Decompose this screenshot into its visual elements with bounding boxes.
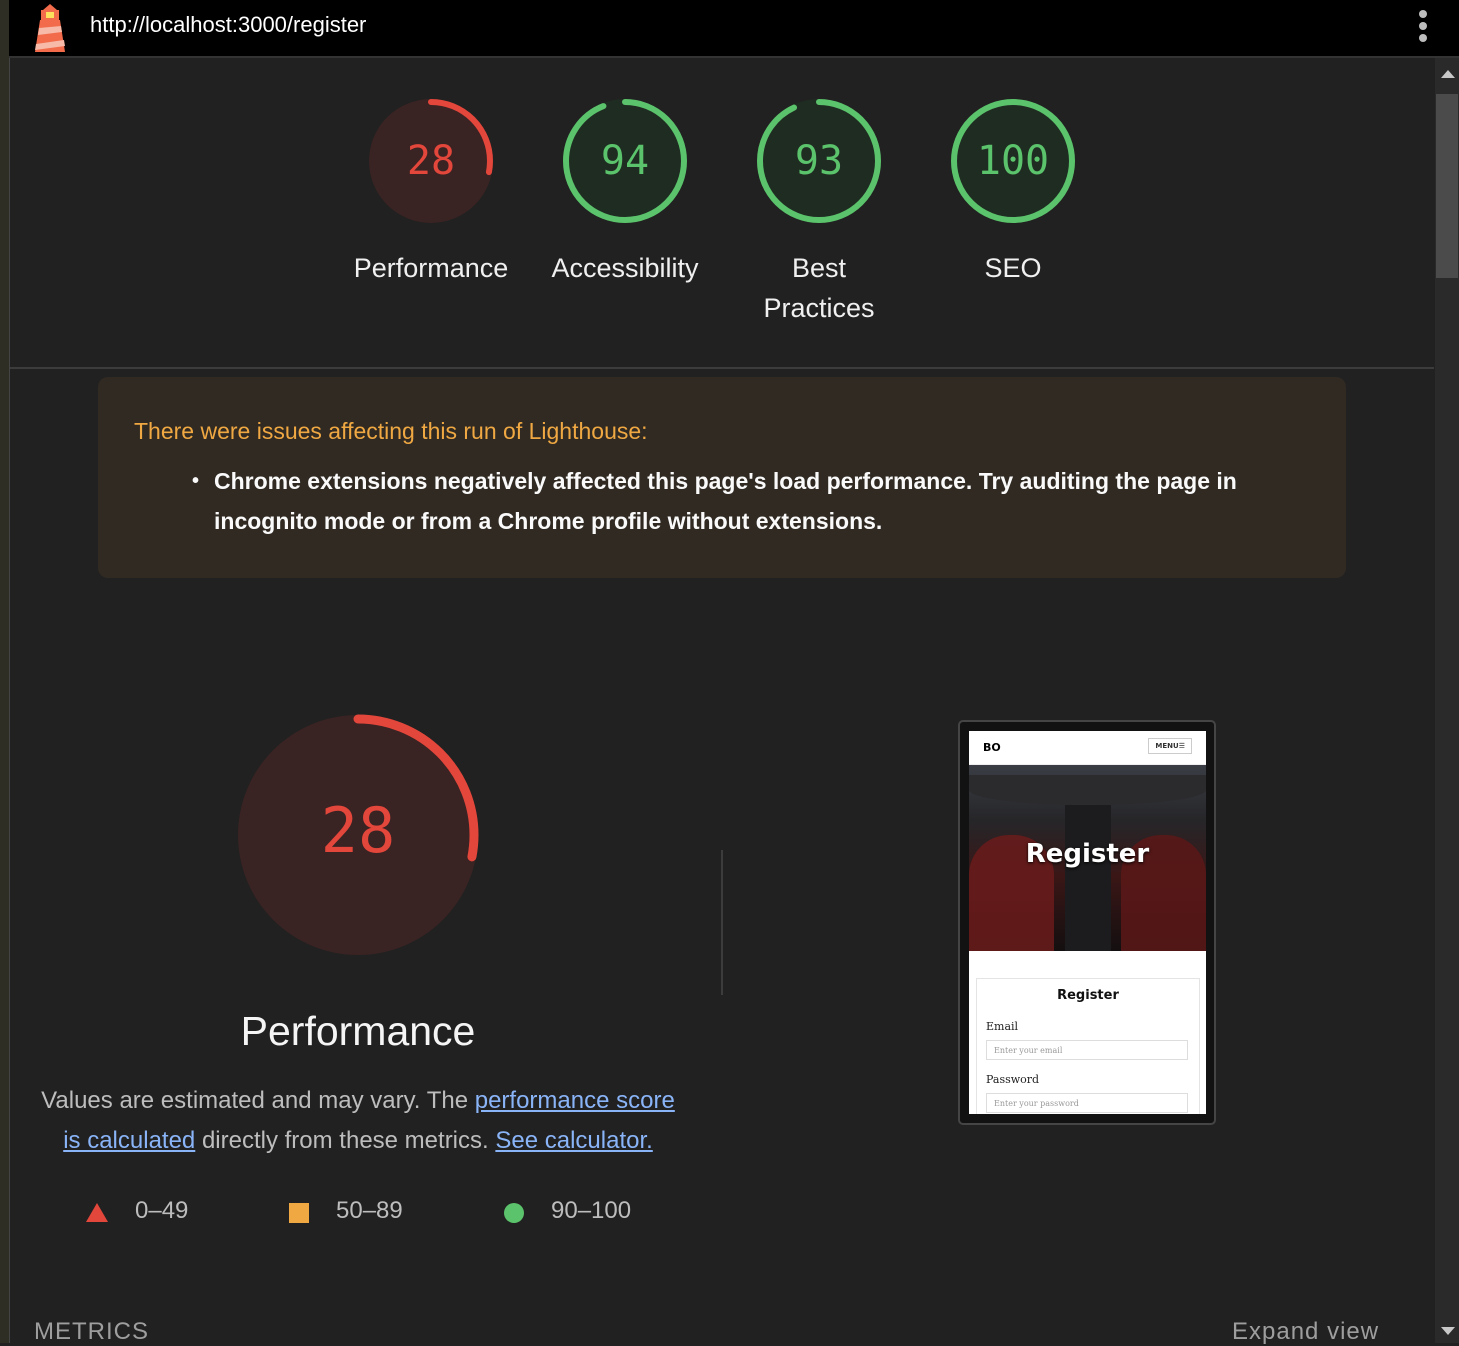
gauge-seo-label: SEO [984, 253, 1042, 283]
score-gauges: 28 Performance 94 Accessibility 93 Best … [10, 58, 1434, 369]
report-topbar: http://localhost:3000/register [9, 0, 1459, 58]
bullet-icon: • [192, 470, 200, 492]
gauge-accessibility[interactable]: 94 Accessibility [525, 96, 725, 288]
gauge-seo[interactable]: 100 SEO [913, 96, 1113, 288]
vertical-divider [721, 850, 723, 995]
gauge-performance-label: Performance [353, 253, 509, 283]
warning-item-text: Chrome extensions negatively affected th… [214, 468, 1237, 534]
legend-fail: 0–49 [135, 1197, 189, 1224]
screenshot-register-card: Register Email Enter your email Password… [976, 978, 1200, 1114]
performance-score-large: 28 [320, 794, 396, 867]
scroll-up-icon[interactable] [1441, 70, 1455, 78]
see-calculator-link[interactable]: See calculator. [495, 1127, 652, 1154]
screenshot-screen: BO MENU☰ Register Register Email Enter y… [969, 731, 1206, 1114]
scroll-down-icon[interactable] [1441, 1327, 1455, 1335]
screenshot-password-label: Password [986, 1073, 1040, 1086]
screenshot-navbar: BO MENU☰ [969, 731, 1206, 765]
average-square-icon [289, 1203, 309, 1223]
scrollbar[interactable] [1435, 58, 1459, 1343]
screenshot-hero-title: Register [1025, 839, 1150, 869]
screenshot-menu-button: MENU☰ [1148, 738, 1192, 754]
lighthouse-icon [35, 4, 65, 52]
warning-title: There were issues affecting this run of … [134, 418, 648, 444]
desc-text-1: Values are estimated and may vary. The [41, 1087, 475, 1114]
legend-pass: 90–100 [551, 1197, 632, 1224]
desc-text-2: directly from these metrics. [195, 1127, 496, 1154]
performance-title: Performance [240, 1008, 476, 1054]
gauge-best-practices-score: 93 [794, 138, 844, 184]
gauge-best-practices-label: Best Practices [763, 253, 875, 323]
warning-item: • Chrome extensions negatively affected t… [192, 461, 1314, 541]
metrics-heading: METRICS [34, 1318, 149, 1345]
gauge-accessibility-label: Accessibility [551, 253, 699, 283]
gauge-performance[interactable]: 28 Performance [331, 96, 531, 288]
performance-description: Values are estimated and may vary. The p… [30, 1081, 686, 1161]
gauge-best-practices[interactable]: 93 Best Practices [719, 96, 919, 328]
warning-list: • Chrome extensions negatively affected t… [192, 461, 1314, 541]
screenshot-password-field: Enter your password [986, 1093, 1188, 1113]
gauge-performance-score: 28 [406, 138, 456, 184]
final-screenshot[interactable]: BO MENU☰ Register Register Email Enter y… [958, 720, 1216, 1125]
more-options-icon[interactable] [1417, 8, 1429, 46]
left-edge [0, 0, 10, 1343]
gauge-accessibility-score: 94 [600, 138, 650, 184]
page-url: http://localhost:3000/register [90, 12, 367, 37]
screenshot-hero-image: Register [969, 765, 1206, 951]
pass-circle-icon [504, 1203, 524, 1223]
screenshot-logo: BO [983, 741, 1001, 754]
gauge-seo-score: 100 [976, 138, 1050, 184]
expand-view-button[interactable]: Expand view [1232, 1318, 1379, 1346]
screenshot-card-title: Register [1057, 988, 1119, 1003]
scrollbar-thumb[interactable] [1436, 94, 1458, 278]
fail-triangle-icon [86, 1203, 108, 1222]
screenshot-email-field: Enter your email [986, 1040, 1188, 1060]
warning-box: There were issues affecting this run of … [98, 377, 1346, 578]
screenshot-email-label: Email [986, 1020, 1019, 1033]
legend-average: 50–89 [336, 1197, 403, 1224]
